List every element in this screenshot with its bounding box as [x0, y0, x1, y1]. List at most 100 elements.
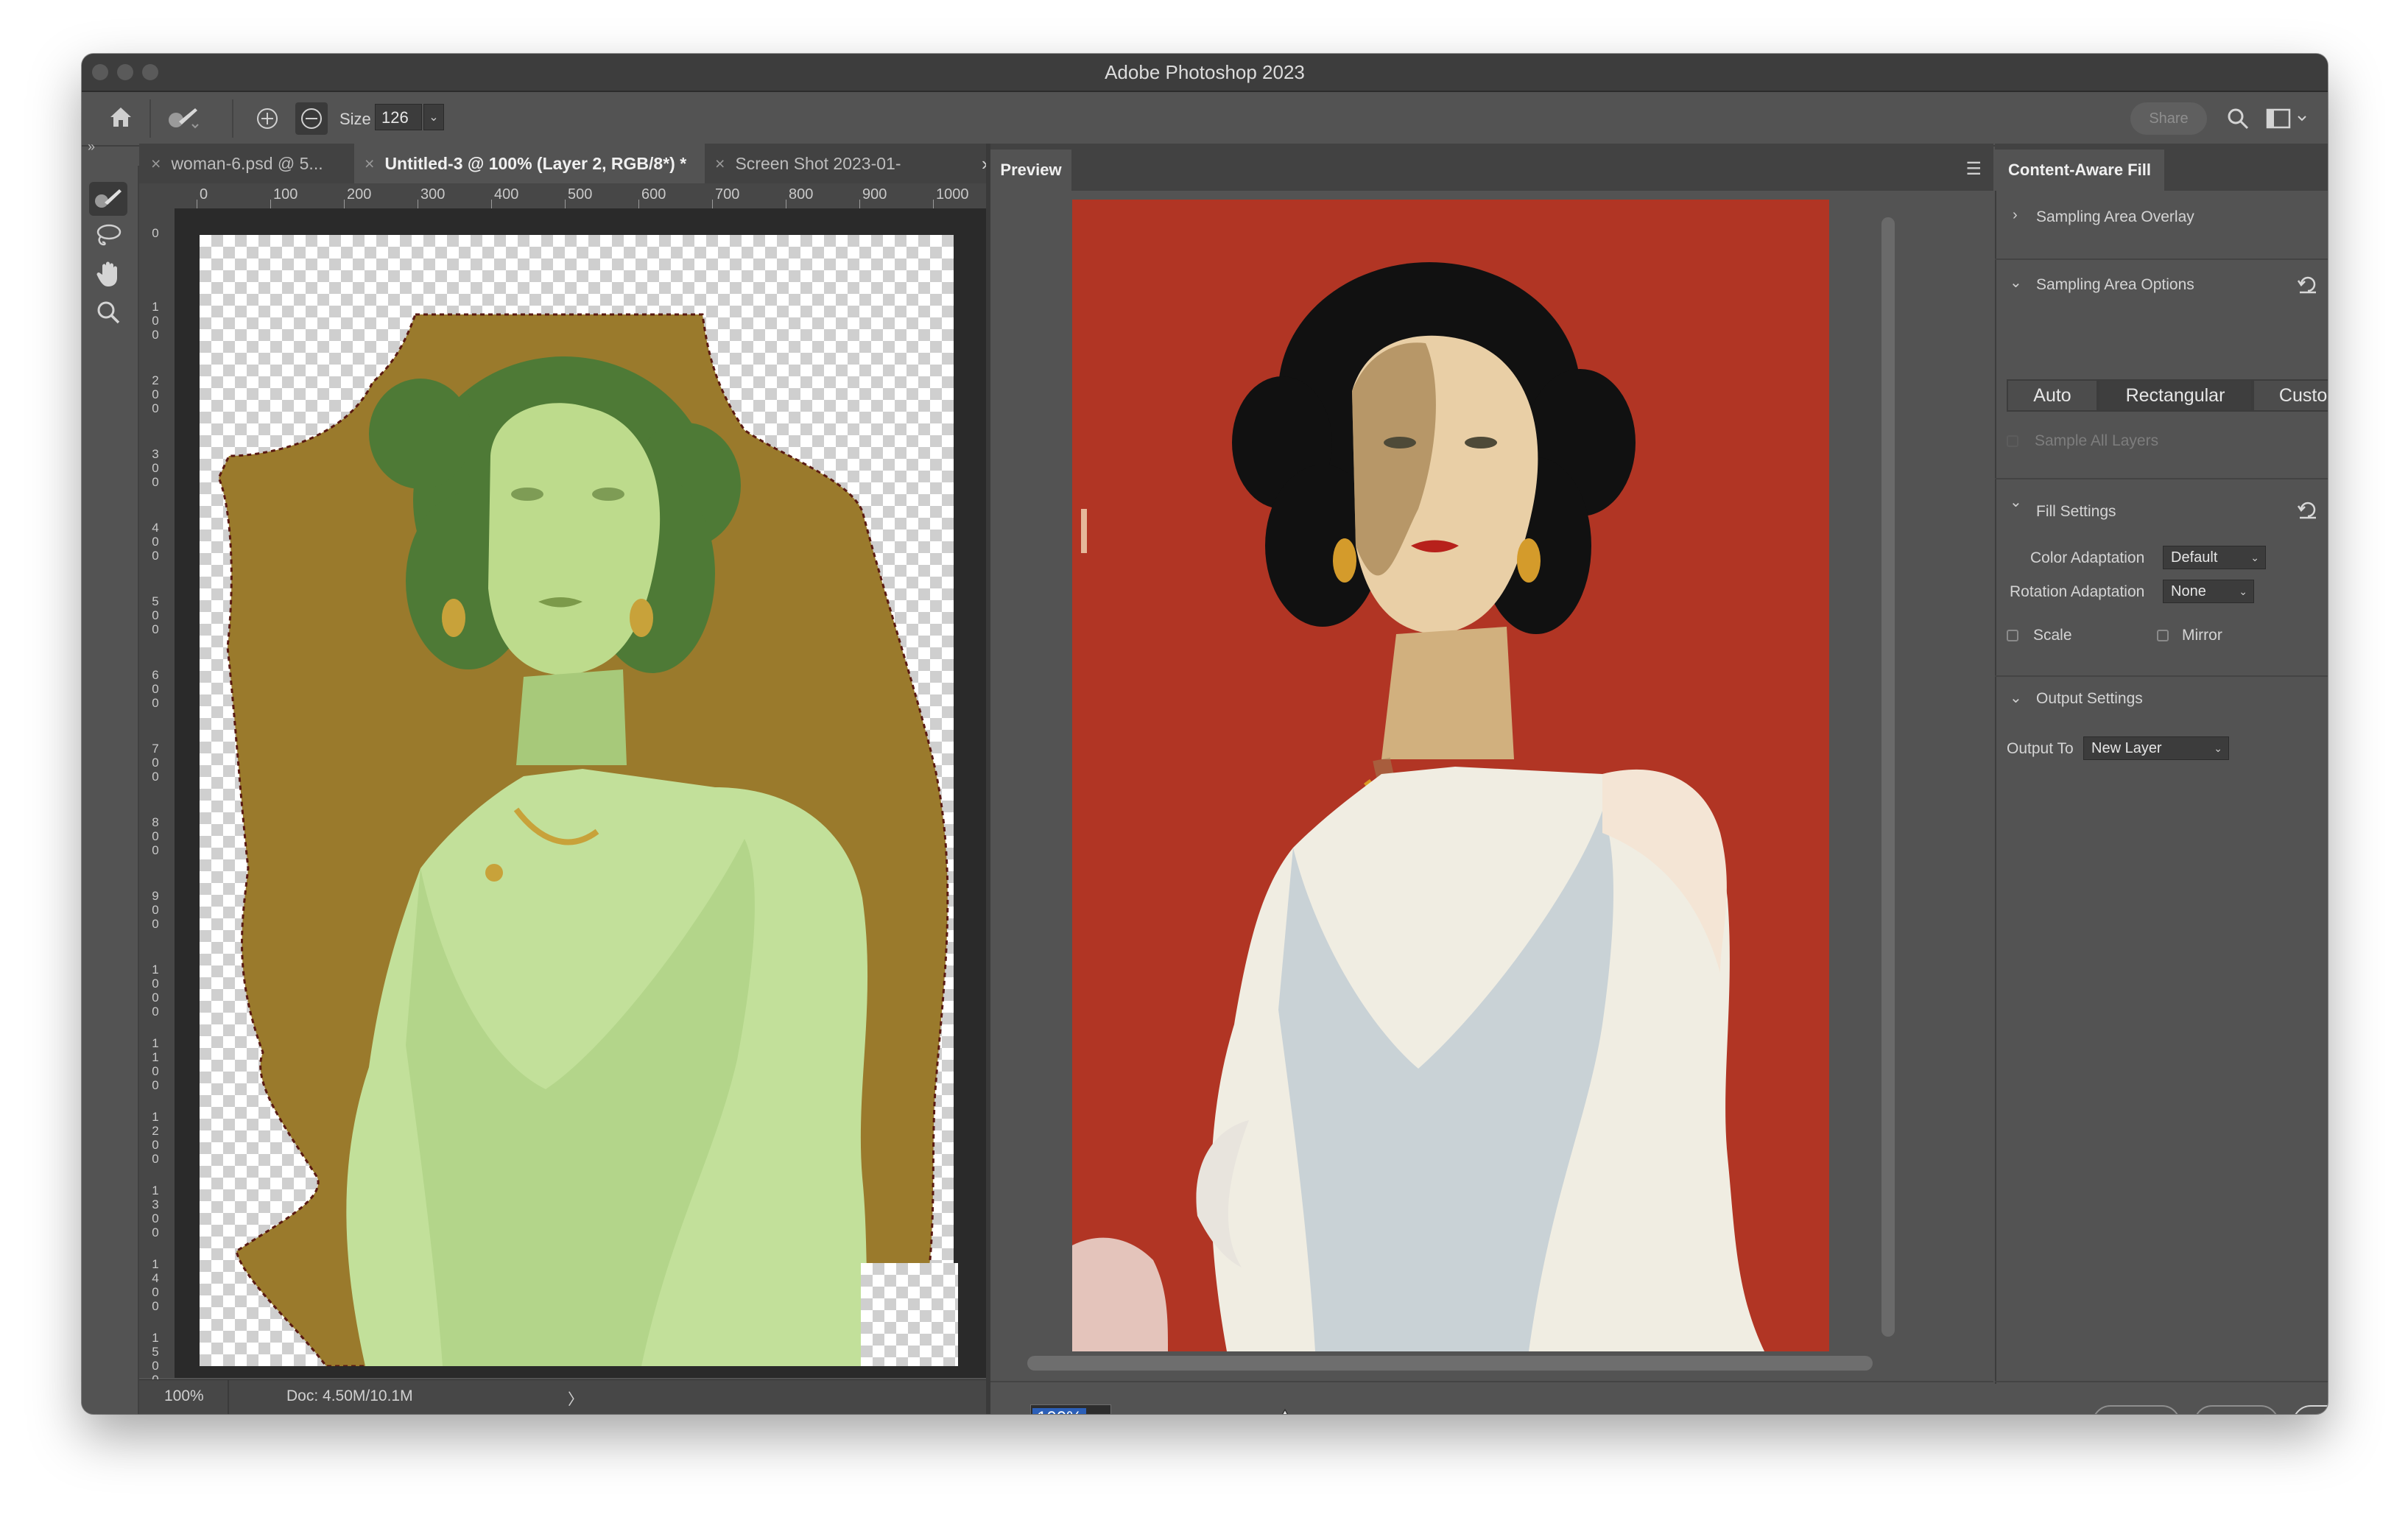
close-tab-icon[interactable]: × — [715, 154, 725, 173]
sampling-auto-button[interactable]: Auto — [2007, 379, 2098, 412]
ruler-tick-label: 800 — [152, 815, 159, 857]
ruler-tick-label: 400 — [494, 186, 519, 203]
close-tab-icon[interactable]: × — [151, 154, 161, 173]
separator — [1995, 1381, 2328, 1382]
ruler-tick-label: 600 — [641, 186, 666, 203]
separator — [228, 1380, 229, 1414]
brush-preset-icon[interactable] — [166, 105, 200, 135]
document-tabs: × woman-6.psd @ 5... × Untitled-3 @ 100% (… — [139, 144, 992, 184]
horizontal-ruler: 0 100 200 300 400 500 600 700 800 900 1000 — [175, 183, 986, 209]
color-adaptation-label: Color Adaptation — [2030, 549, 2145, 566]
collapse-toolbar-icon[interactable]: » — [88, 139, 95, 155]
transparent-corner — [861, 1263, 958, 1366]
fill-settings-label[interactable]: Fill Settings — [2036, 503, 2116, 521]
preview-vertical-scrollbar[interactable] — [1881, 217, 1895, 1337]
preview-zoom-value: 100% — [1032, 1408, 1087, 1414]
output-to-label: Output To — [2007, 740, 2074, 757]
ruler-tick-label: 900 — [152, 889, 159, 931]
size-dropdown-icon[interactable]: ⌄ — [423, 104, 444, 130]
rotation-adaptation-label: Rotation Adaptation — [2010, 583, 2145, 600]
sample-all-layers-checkbox[interactable] — [2007, 435, 2018, 447]
ruler-tick-mark — [933, 200, 934, 208]
rotation-adaptation-dropdown[interactable]: None ⌄ — [2163, 580, 2254, 603]
tab-untitled-3[interactable]: × Untitled-3 @ 100% (Layer 2, RGB/8*) * — [354, 144, 705, 183]
ruler-tick-label: 1500 — [152, 1331, 159, 1387]
rotation-adaptation-value: None — [2171, 583, 2206, 599]
ruler-tick-label: 300 — [420, 186, 446, 203]
ruler-tick-mark — [712, 200, 713, 208]
chevron-down-icon[interactable]: ⌄ — [2010, 273, 2022, 292]
workspace-icon[interactable] — [2266, 108, 2310, 133]
output-to-dropdown[interactable]: New Layer ⌄ — [2083, 736, 2229, 760]
reset-fill-icon[interactable] — [2297, 500, 2319, 523]
ruler-tick-mark — [344, 200, 345, 208]
preview-zoom-input[interactable]: 100% — [1030, 1404, 1111, 1414]
mirror-checkbox[interactable] — [2157, 630, 2169, 641]
chevron-down-icon[interactable]: ⌄ — [2010, 493, 2022, 511]
ruler-tick-label: 400 — [152, 521, 159, 563]
tab-label: woman-6.psd @ 5... — [171, 154, 323, 173]
size-input[interactable]: 126 — [375, 104, 422, 130]
tab-woman-6[interactable]: × woman-6.psd @ 5... — [151, 144, 350, 183]
ruler-tick-label: 1100 — [152, 1036, 159, 1092]
tab-screen-shot[interactable]: × Screen Shot 2023-01- — [715, 144, 958, 183]
menu-icon[interactable]: ☰ — [1965, 158, 1982, 180]
photoshop-window: Adobe Photoshop 2023 Size 126 ⌄ Share » … — [82, 54, 2328, 1414]
ruler-tick-label: 200 — [152, 373, 159, 415]
ruler-tick-label: 100 — [273, 186, 298, 203]
content-aware-fill-tab[interactable]: Content-Aware Fill — [1995, 150, 2164, 191]
ruler-tick-mark — [565, 200, 566, 208]
home-icon[interactable] — [108, 105, 133, 133]
scale-label: Scale — [2033, 627, 2072, 644]
preview-tab[interactable]: Preview — [990, 150, 1071, 191]
mirror-label: Mirror — [2182, 627, 2222, 644]
apply-button[interactable]: Apply — [2194, 1405, 2279, 1414]
sampling-area-overlay-label[interactable]: Sampling Area Overlay — [2036, 208, 2194, 226]
slider-thumb-icon[interactable] — [1276, 1408, 1294, 1414]
subtract-mode-icon[interactable] — [295, 102, 328, 135]
ruler-tick-label: 300 — [152, 447, 159, 489]
ruler-tick-label: 500 — [152, 594, 159, 636]
output-settings-label[interactable]: Output Settings — [2036, 690, 2143, 708]
chevron-right-icon[interactable]: › — [2013, 207, 2018, 224]
status-zoom[interactable]: 100% — [164, 1387, 204, 1405]
preview-image[interactable] — [1072, 200, 1829, 1351]
search-icon[interactable] — [2226, 107, 2250, 135]
hand-icon — [96, 260, 121, 292]
tool-zoom[interactable] — [89, 297, 127, 331]
separator — [1995, 258, 2328, 260]
sampling-custom-button[interactable]: Custom — [2253, 379, 2328, 412]
ruler-tick-label: 0 — [152, 226, 159, 240]
ruler-tick-mark — [859, 200, 860, 208]
document-canvas[interactable] — [200, 235, 954, 1366]
reset-sampling-icon[interactable] — [2297, 275, 2319, 298]
sampling-rectangular-button[interactable]: Rectangular — [2098, 379, 2253, 412]
zoom-icon — [96, 300, 121, 328]
status-menu-icon[interactable]: 〉 — [568, 1387, 583, 1410]
color-adaptation-dropdown[interactable]: Default ⌄ — [2163, 546, 2266, 569]
sampling-area-options-label[interactable]: Sampling Area Options — [2036, 276, 2194, 294]
ruler-tick-label: 0 — [200, 186, 208, 203]
ruler-tick-label: 100 — [152, 300, 159, 342]
toolbar — [82, 166, 139, 1414]
ruler-corner — [139, 183, 175, 208]
add-mode-icon[interactable] — [256, 107, 279, 135]
window-title: Adobe Photoshop 2023 — [1105, 61, 1305, 83]
tool-sampling-brush[interactable] — [89, 182, 127, 216]
preview-horizontal-scrollbar[interactable] — [1027, 1356, 1873, 1371]
ruler-tick-label: 600 — [152, 668, 159, 710]
scale-checkbox[interactable] — [2007, 630, 2018, 641]
separator — [1995, 675, 2328, 677]
woman-portrait-image — [1072, 200, 1829, 1351]
ok-button[interactable]: OK — [2292, 1405, 2328, 1414]
sample-all-layers-label: Sample All Layers — [2035, 432, 2159, 449]
options-bar: Size 126 ⌄ Share — [82, 92, 2328, 147]
vertical-ruler: 0 100 200 300 400 500 600 700 800 900 1000 1100 1200… — [139, 208, 175, 1387]
tool-lasso[interactable] — [89, 220, 127, 254]
cancel-button[interactable]: Cancel — [2092, 1405, 2180, 1414]
share-button[interactable]: Share — [2130, 102, 2207, 135]
chevron-down-icon[interactable]: ⌄ — [2010, 689, 2022, 707]
close-tab-icon[interactable]: × — [365, 154, 374, 173]
reset-all-icon[interactable] — [2021, 1412, 2048, 1414]
tool-hand[interactable] — [89, 258, 127, 292]
